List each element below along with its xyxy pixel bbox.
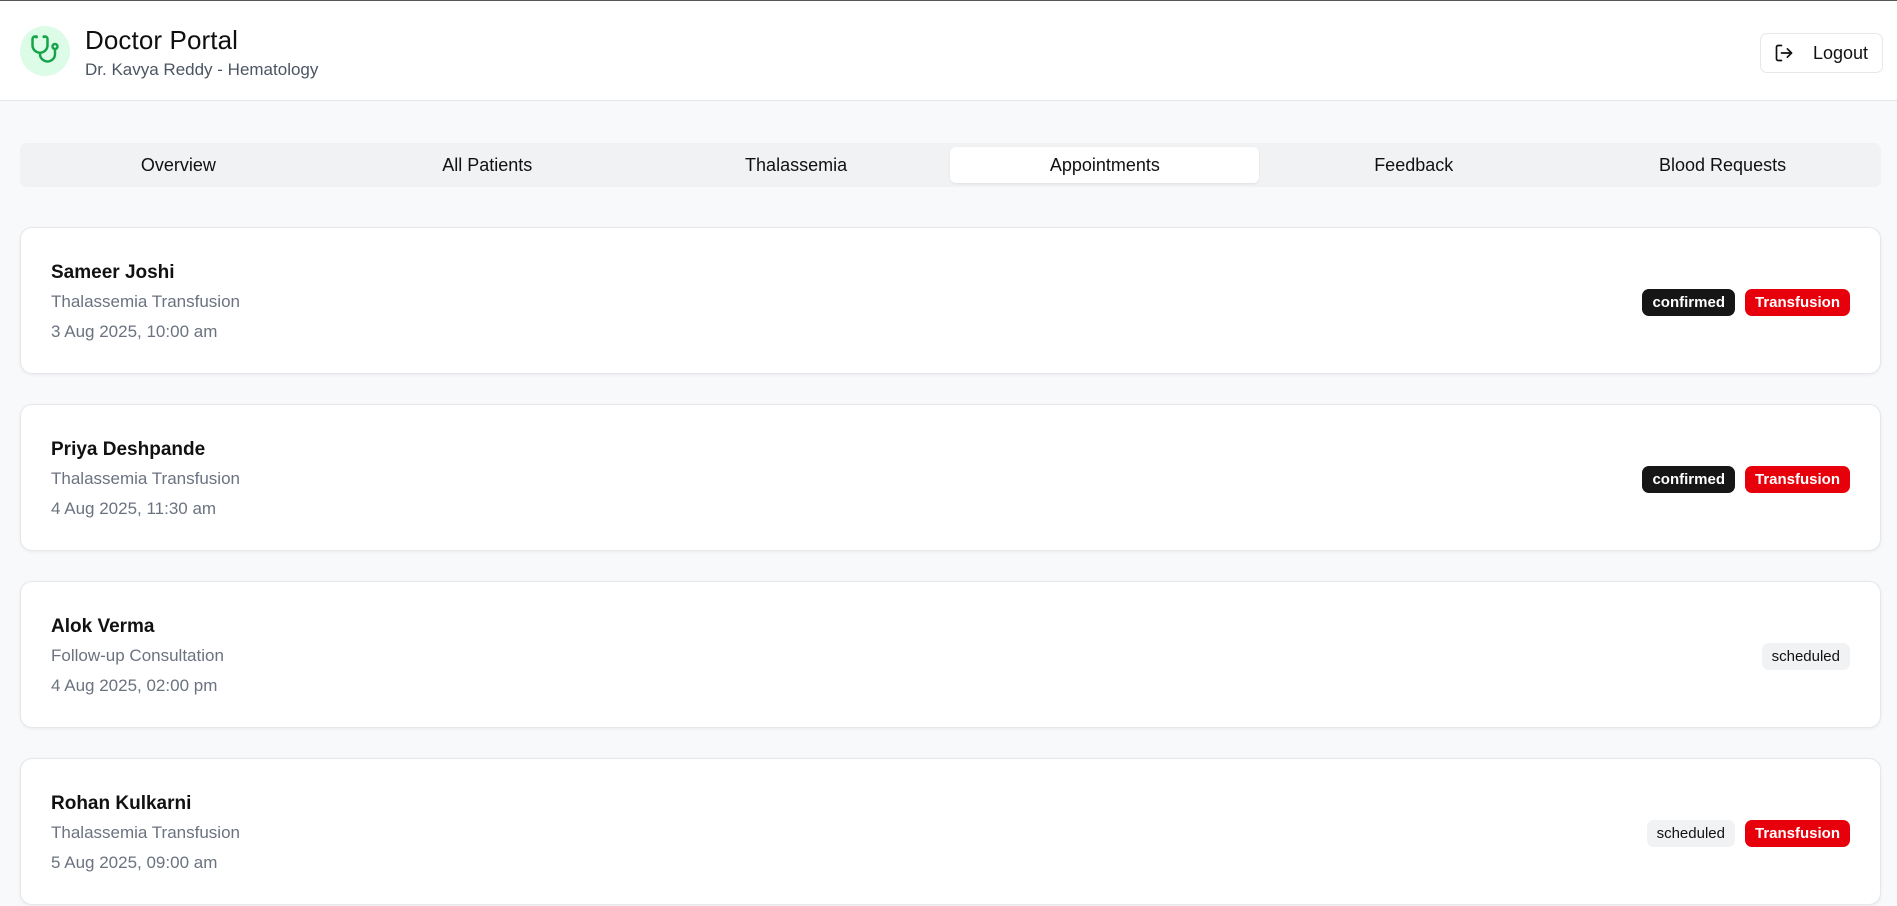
appointment-card[interactable]: Rohan Kulkarni Thalassemia Transfusion 5… xyxy=(20,758,1881,905)
appointments-list: Sameer Joshi Thalassemia Transfusion 3 A… xyxy=(20,227,1881,906)
appointment-datetime: 4 Aug 2025, 02:00 pm xyxy=(51,676,218,695)
appointment-badges: scheduled xyxy=(1761,643,1850,670)
appointment-badges: confirmed Transfusion xyxy=(1642,289,1850,316)
tab-overview[interactable]: Overview xyxy=(24,147,333,183)
tab-appointments[interactable]: Appointments xyxy=(950,147,1260,183)
transfusion-badge: Transfusion xyxy=(1744,289,1850,316)
appointment-type: Thalassemia Transfusion xyxy=(51,469,240,488)
app-logo xyxy=(20,26,70,76)
app-header: Doctor Portal Dr. Kavya Reddy - Hematolo… xyxy=(0,0,1897,101)
app-title: Doctor Portal xyxy=(85,25,239,55)
appointment-badges: scheduled Transfusion xyxy=(1646,820,1850,847)
appointment-datetime: 5 Aug 2025, 09:00 am xyxy=(51,853,218,872)
tab-blood-requests[interactable]: Blood Requests xyxy=(1568,147,1877,183)
doctor-name-subtitle: Dr. Kavya Reddy - Hematology xyxy=(85,60,319,79)
transfusion-badge: Transfusion xyxy=(1744,466,1850,493)
stethoscope-icon xyxy=(30,34,60,69)
portal-tabs: Overview All Patients Thalassemia Appoin… xyxy=(20,143,1881,187)
doctor-portal-page: Doctor Portal Dr. Kavya Reddy - Hematolo… xyxy=(0,0,1897,906)
appointment-badges: confirmed Transfusion xyxy=(1642,466,1850,493)
appointment-datetime: 3 Aug 2025, 10:00 am xyxy=(51,322,218,341)
appointment-card[interactable]: Sameer Joshi Thalassemia Transfusion 3 A… xyxy=(20,227,1881,374)
appointment-datetime: 4 Aug 2025, 11:30 am xyxy=(51,499,217,518)
logout-label: Logout xyxy=(1813,42,1869,63)
status-badge: scheduled xyxy=(1646,820,1735,847)
patient-name: Priya Deshpande xyxy=(51,439,206,460)
patient-name: Sameer Joshi xyxy=(51,262,175,283)
status-badge: confirmed xyxy=(1642,289,1735,316)
logout-icon xyxy=(1774,43,1794,63)
tab-all-patients[interactable]: All Patients xyxy=(333,147,642,183)
appointment-type: Thalassemia Transfusion xyxy=(51,823,240,842)
logout-button[interactable]: Logout xyxy=(1760,33,1883,73)
appointment-card[interactable]: Alok Verma Follow-up Consultation 4 Aug … xyxy=(20,581,1881,728)
tab-thalassemia[interactable]: Thalassemia xyxy=(642,147,951,183)
patient-name: Alok Verma xyxy=(51,616,155,637)
patient-name: Rohan Kulkarni xyxy=(51,793,192,814)
appointment-card[interactable]: Priya Deshpande Thalassemia Transfusion … xyxy=(20,404,1881,551)
appointment-type: Thalassemia Transfusion xyxy=(51,292,240,311)
transfusion-badge: Transfusion xyxy=(1744,820,1850,847)
tab-feedback[interactable]: Feedback xyxy=(1259,147,1568,183)
appointment-type: Follow-up Consultation xyxy=(51,646,224,665)
status-badge: confirmed xyxy=(1642,466,1735,493)
status-badge: scheduled xyxy=(1761,643,1850,670)
